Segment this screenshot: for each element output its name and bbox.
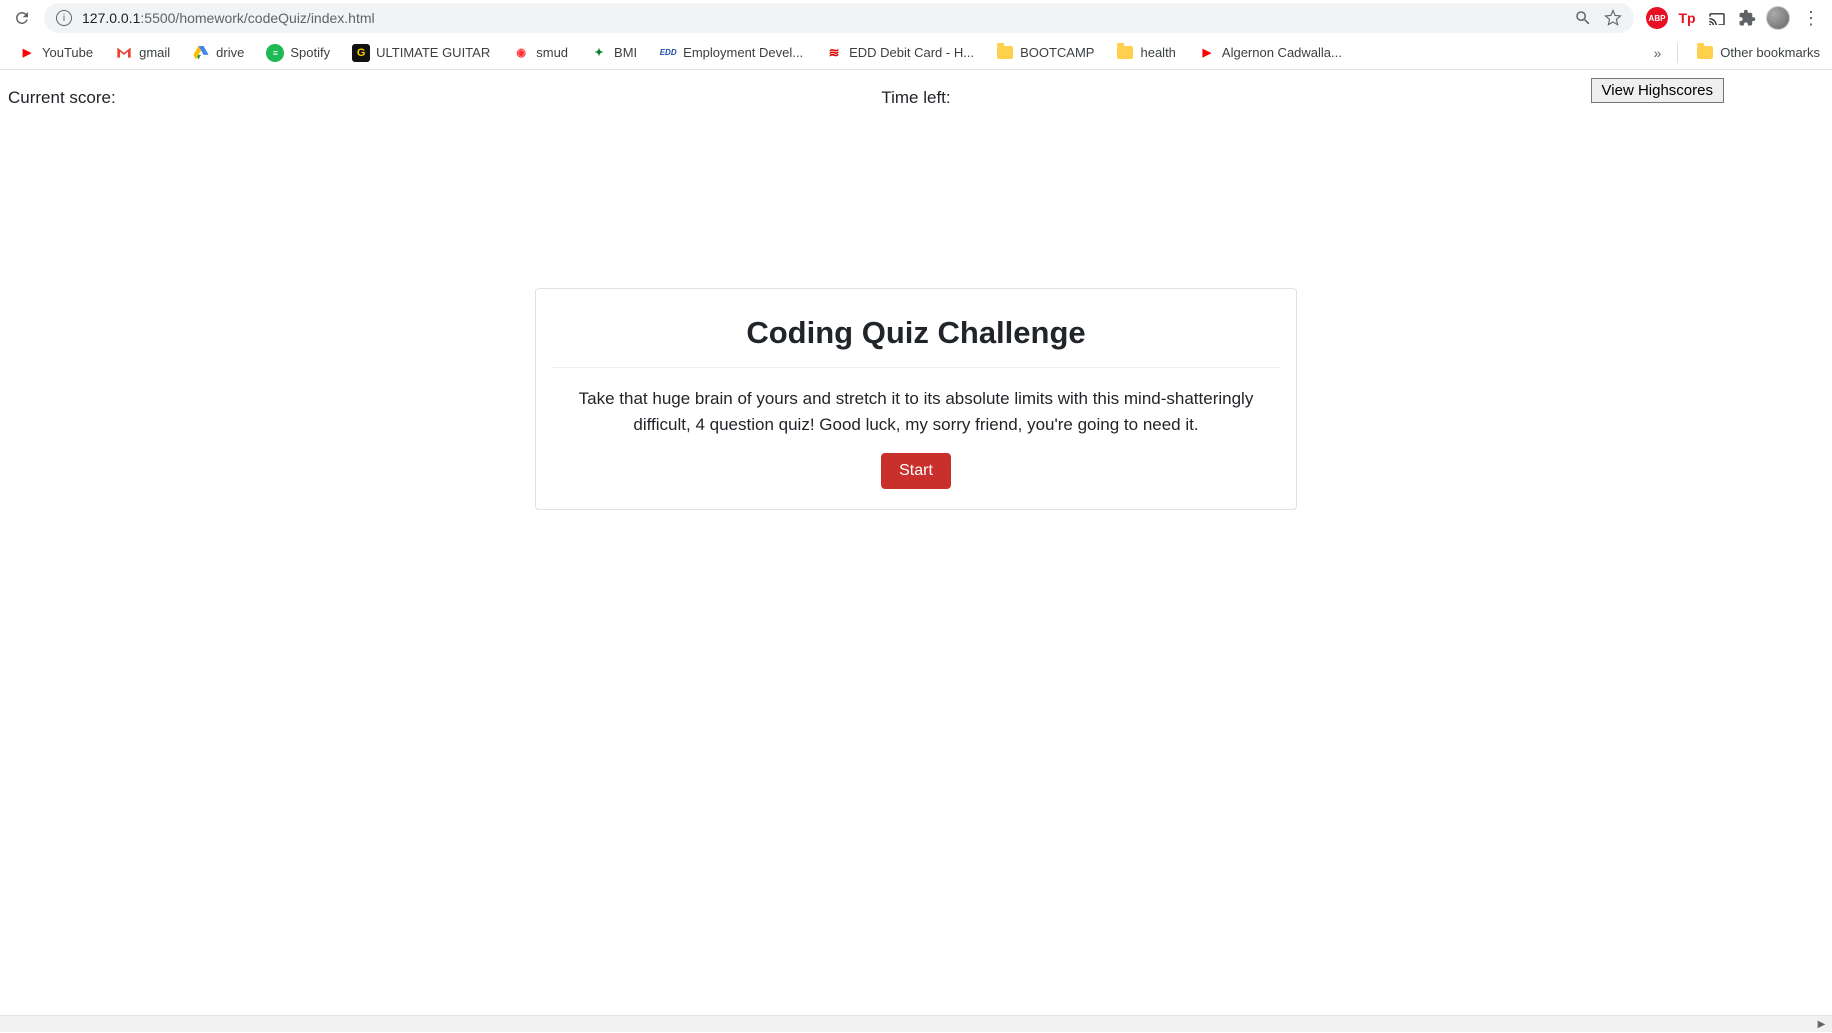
divider [552, 367, 1280, 368]
bookmark-algernon[interactable]: Algernon Cadwalla... [1190, 40, 1350, 66]
page-content: Current score: Time left: View Highscore… [0, 70, 1832, 518]
site-info-icon[interactable]: i [56, 10, 72, 26]
quiz-description: Take that huge brain of yours and stretc… [576, 386, 1256, 437]
drive-icon [192, 44, 210, 62]
bookmark-bootcamp[interactable]: BOOTCAMP [988, 40, 1102, 66]
bookmark-bmi[interactable]: BMI [582, 40, 645, 66]
quiz-title: Coding Quiz Challenge [552, 315, 1280, 351]
youtube-icon [18, 44, 36, 62]
bookmark-edd-debit[interactable]: EDD Debit Card - H... [817, 40, 982, 66]
url-path: :5500/homework/codeQuiz/index.html [140, 10, 374, 26]
other-bookmarks[interactable]: Other bookmarks [1688, 40, 1822, 66]
bookmark-label: Employment Devel... [683, 45, 803, 60]
extensions-row: ABP Tp ⋮ [1646, 6, 1824, 30]
tp-extension-icon[interactable]: Tp [1676, 7, 1698, 29]
adblock-plus-icon[interactable]: ABP [1646, 7, 1668, 29]
spotify-icon [266, 44, 284, 62]
view-highscores-button[interactable]: View Highscores [1591, 78, 1724, 103]
bookmark-label: gmail [139, 45, 170, 60]
bookmark-label: Other bookmarks [1720, 45, 1820, 60]
bookmark-label: YouTube [42, 45, 93, 60]
url-host: 127.0.0.1 [82, 10, 140, 26]
folder-icon [996, 44, 1014, 62]
status-row: Current score: Time left: View Highscore… [8, 78, 1824, 118]
bookmark-smud[interactable]: smud [504, 40, 576, 66]
reload-button[interactable] [8, 4, 36, 32]
bookmark-label: EDD Debit Card - H... [849, 45, 974, 60]
bookmark-star-icon[interactable] [1604, 9, 1622, 27]
youtube-icon [1198, 44, 1216, 62]
bookmark-label: health [1140, 45, 1175, 60]
bookmark-label: BMI [614, 45, 637, 60]
extensions-puzzle-icon[interactable] [1736, 7, 1758, 29]
separator [1677, 43, 1678, 63]
bookmark-youtube[interactable]: YouTube [10, 40, 101, 66]
smud-icon [512, 44, 530, 62]
bookmark-label: Spotify [290, 45, 330, 60]
ultimate-guitar-icon: G [352, 44, 370, 62]
scroll-right-arrow-icon[interactable]: ▶ [1813, 1016, 1830, 1033]
bookmark-employment-devel[interactable]: EDD Employment Devel... [651, 40, 811, 66]
horizontal-scrollbar[interactable]: ▶ [0, 1015, 1832, 1032]
quiz-card: Coding Quiz Challenge Take that huge bra… [535, 288, 1297, 510]
profile-avatar[interactable] [1766, 6, 1790, 30]
bookmark-label: ULTIMATE GUITAR [376, 45, 490, 60]
start-button[interactable]: Start [881, 453, 951, 489]
bookmarks-bar: YouTube gmail drive Spotify G ULTIMATE G… [0, 36, 1832, 70]
bookmark-gmail[interactable]: gmail [107, 40, 178, 66]
cast-icon[interactable] [1706, 7, 1728, 29]
gmail-icon [115, 44, 133, 62]
edd-icon: EDD [659, 44, 677, 62]
bookmark-spotify[interactable]: Spotify [258, 40, 338, 66]
folder-icon [1116, 44, 1134, 62]
address-bar[interactable]: i 127.0.0.1:5500/homework/codeQuiz/index… [44, 3, 1634, 33]
bookmark-label: smud [536, 45, 568, 60]
current-score-label: Current score: [8, 88, 116, 108]
bmi-icon [590, 44, 608, 62]
reload-icon [13, 9, 31, 27]
folder-icon [1696, 44, 1714, 62]
bookmark-health[interactable]: health [1108, 40, 1183, 66]
edd-card-icon [825, 44, 843, 62]
bookmark-label: Algernon Cadwalla... [1222, 45, 1342, 60]
zoom-icon[interactable] [1574, 9, 1592, 27]
time-left-label: Time left: [881, 88, 950, 108]
bookmark-label: BOOTCAMP [1020, 45, 1094, 60]
bookmark-drive[interactable]: drive [184, 40, 252, 66]
bookmarks-overflow-icon[interactable]: » [1648, 45, 1668, 61]
browser-menu-icon[interactable]: ⋮ [1798, 8, 1824, 29]
browser-toolbar: i 127.0.0.1:5500/homework/codeQuiz/index… [0, 0, 1832, 36]
bookmark-label: drive [216, 45, 244, 60]
bookmark-ultimate-guitar[interactable]: G ULTIMATE GUITAR [344, 40, 498, 66]
